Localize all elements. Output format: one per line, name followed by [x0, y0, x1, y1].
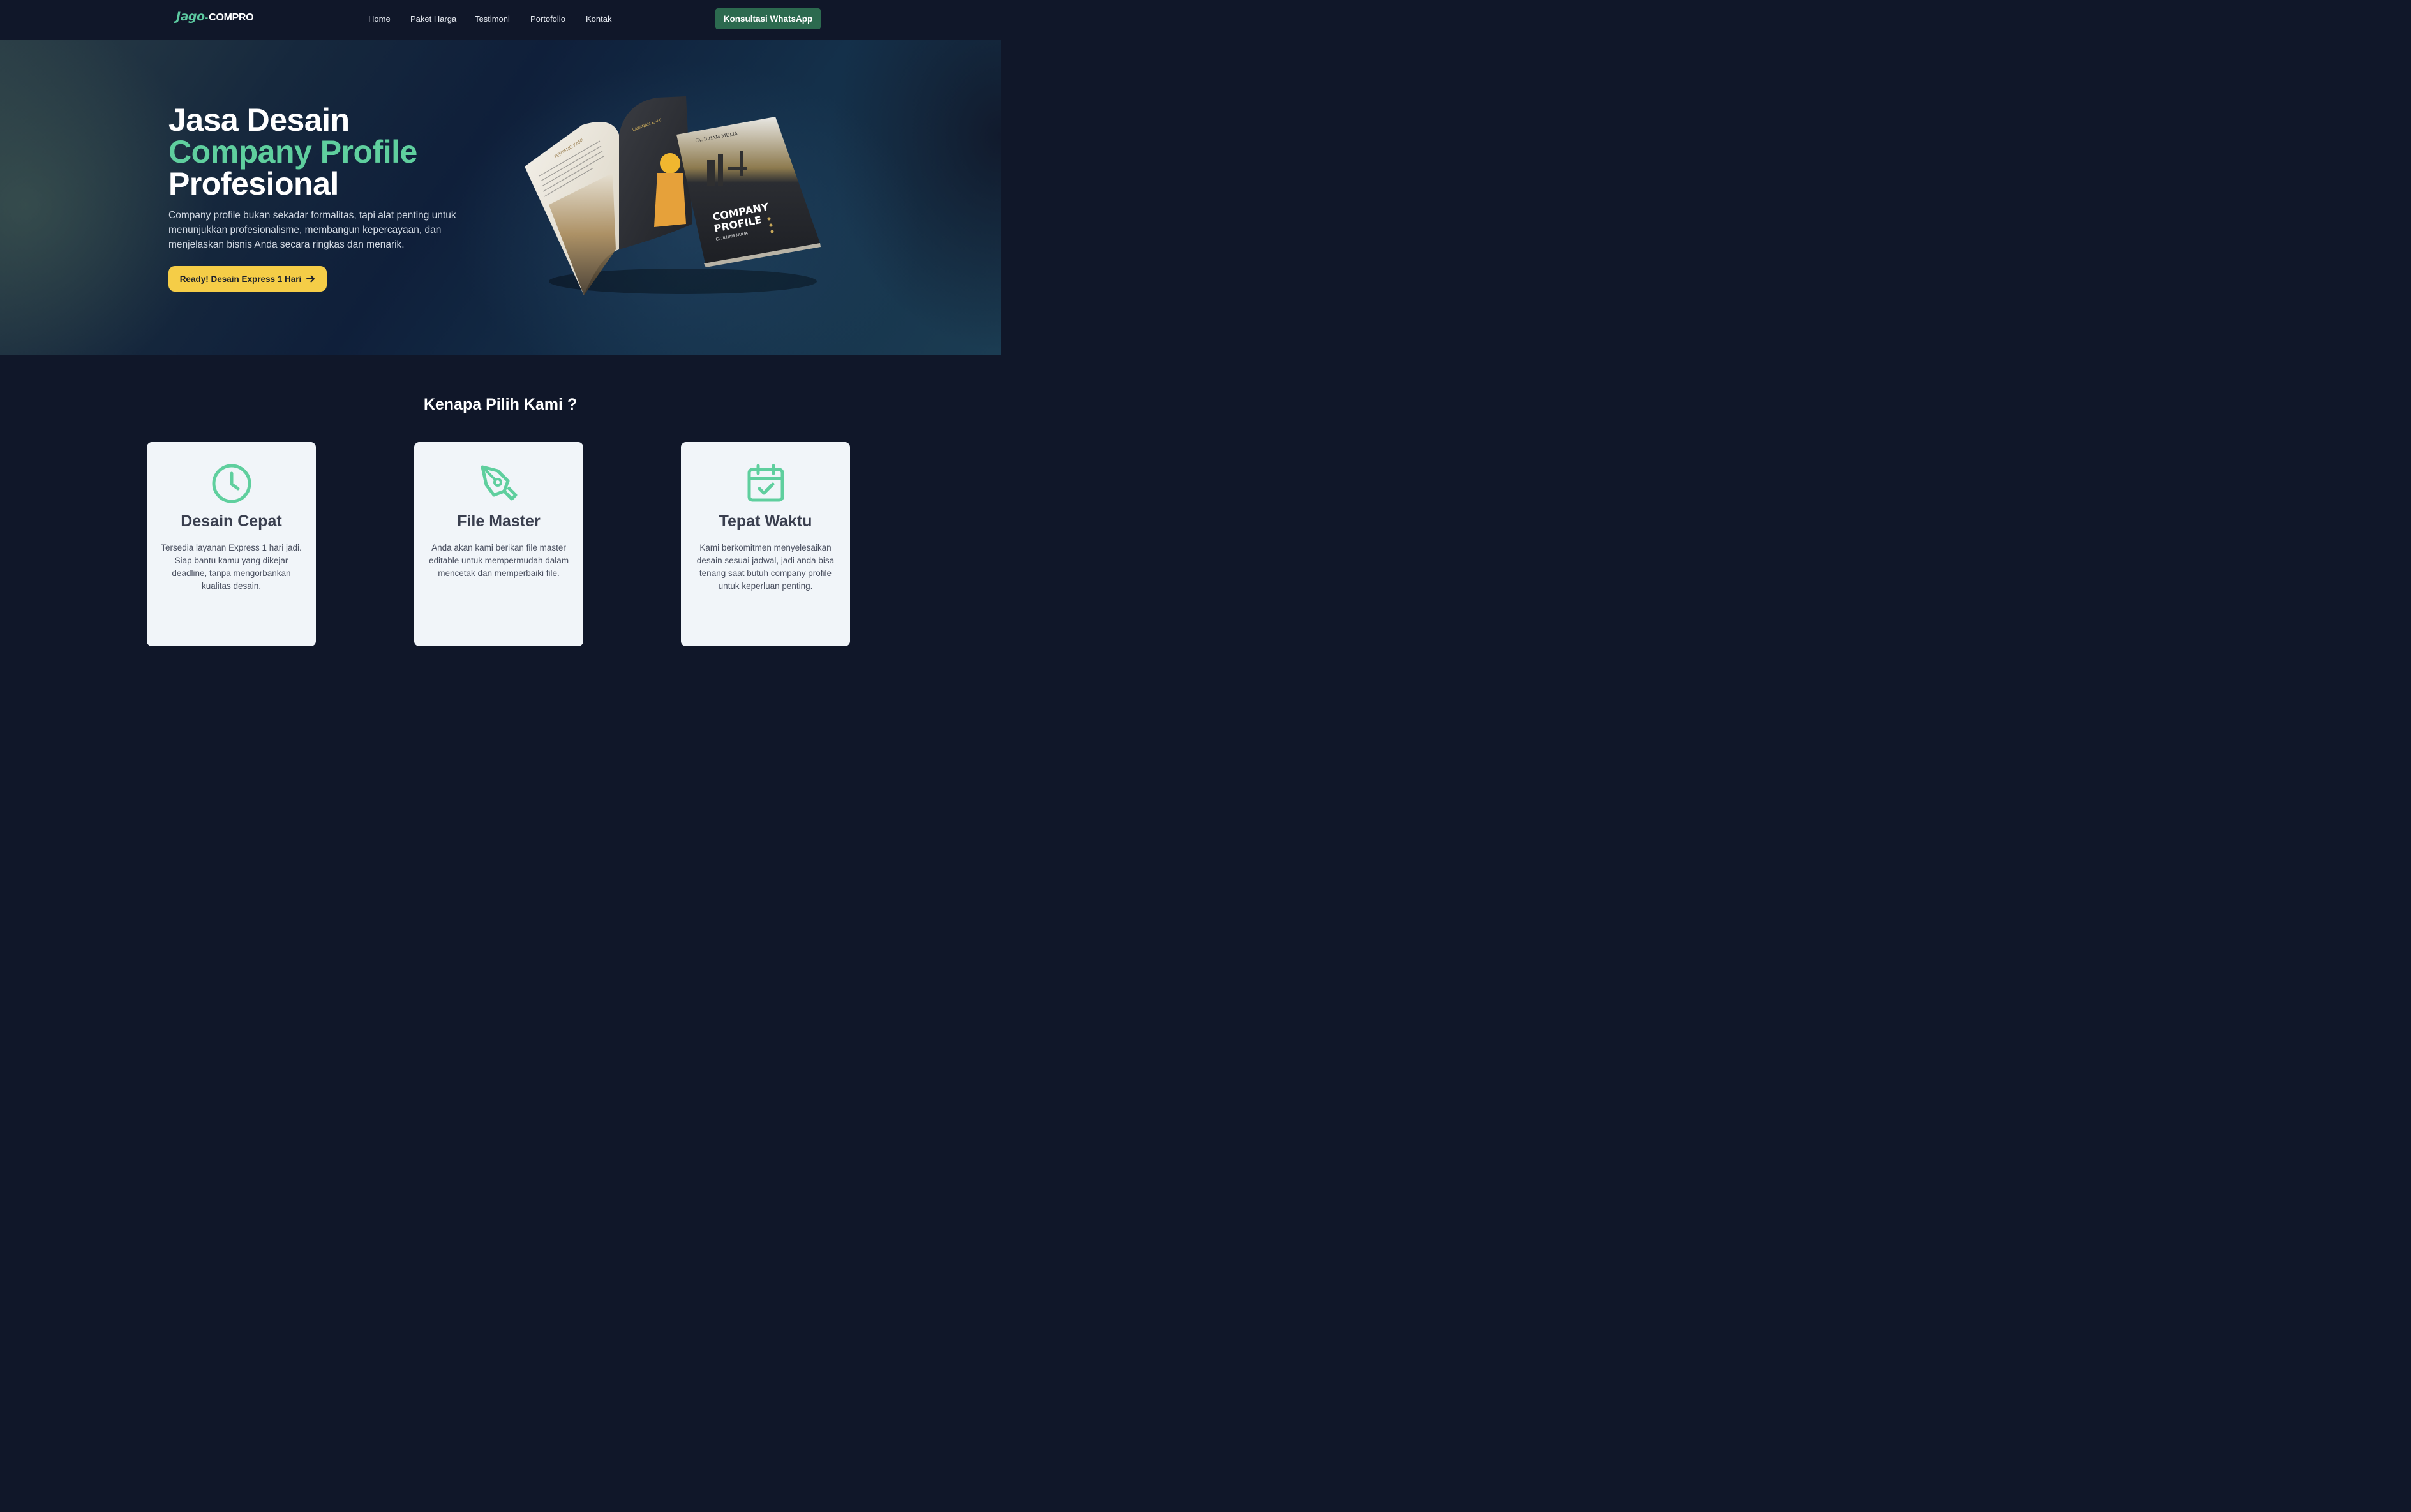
feature-card-text: Anda akan kami berikan file master edita… — [428, 543, 569, 578]
feature-card-title: Desain Cepat — [181, 512, 282, 530]
whatsapp-consult-button[interactable]: Konsultasi WhatsApp — [715, 8, 821, 29]
hero-title-line1: Jasa Desain — [168, 102, 350, 138]
hero-section: Jasa Desain Company Profile Profesional … — [0, 40, 1001, 355]
nav-link-portofolio[interactable]: Portofolio — [530, 14, 565, 24]
arrow-right-icon — [306, 275, 315, 283]
calendar-check-icon — [747, 464, 784, 502]
feature-card-title: Tepat Waktu — [719, 512, 812, 530]
feature-card-desain-cepat: Desain Cepat Tersedia layanan Express 1 … — [147, 442, 316, 646]
hero-description: Company profile bukan sekadar formalitas… — [168, 210, 456, 250]
navbar: Jago - COMPRO Home Paket Harga Testimoni… — [0, 0, 1001, 41]
nav-link-testimoni[interactable]: Testimoni — [475, 14, 510, 24]
feature-card-file-master: File Master Anda akan kami berikan file … — [414, 442, 583, 646]
nav-link-paket-harga[interactable]: Paket Harga — [410, 14, 456, 24]
nav-link-home[interactable]: Home — [368, 14, 391, 24]
express-design-button-label: Ready! Desain Express 1 Hari — [179, 274, 302, 284]
nav-link-kontak[interactable]: Kontak — [586, 14, 611, 24]
hero-title-line3: Profesional — [168, 166, 339, 202]
nav-links: Home Paket Harga Testimoni Portofolio Ko… — [0, 14, 1001, 27]
feature-card-text: Tersedia layanan Express 1 hari jadi. Si… — [161, 543, 302, 591]
pen-tool-icon — [481, 465, 517, 501]
company-profile-mockup-image: TENTANG KAMI LAYANAN KAMI CV. ILHAM MULI… — [525, 96, 821, 295]
feature-card-tepat-waktu: Tepat Waktu Kami berkomitmen menyelesaik… — [681, 442, 850, 646]
express-design-button[interactable]: Ready! Desain Express 1 Hari — [168, 266, 327, 292]
feature-card-text: Kami berkomitmen menyelesaikan desain se… — [696, 543, 835, 591]
feature-card-title: File Master — [457, 512, 541, 530]
hero-title-line2: Company Profile — [168, 134, 417, 170]
clock-icon — [212, 464, 251, 503]
hero-title: Jasa Desain Company Profile Profesional — [168, 104, 417, 200]
features-section-title: Kenapa Pilih Kami ? — [423, 396, 578, 413]
